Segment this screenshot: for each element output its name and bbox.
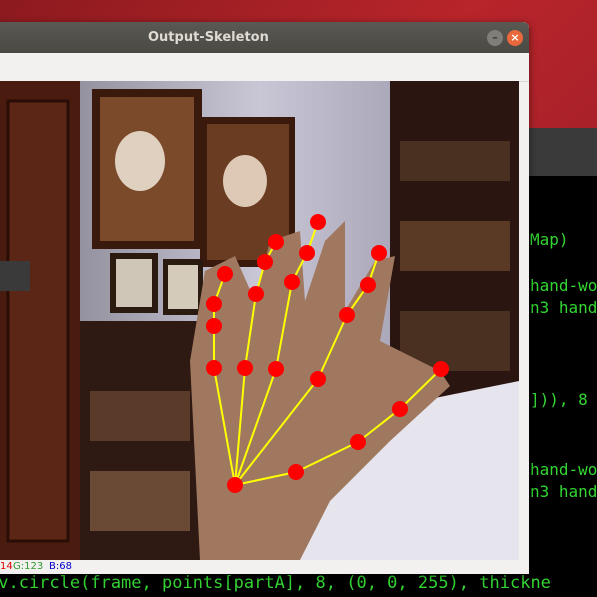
skeleton-keypoint	[206, 296, 222, 312]
skeleton-bone	[275, 281, 293, 370]
skeleton-keypoint	[288, 464, 304, 480]
window-toolbar	[0, 53, 529, 82]
status-bar: 14 G:123 B:68	[0, 560, 529, 574]
terminal-line: n3 hand	[530, 298, 597, 317]
window-titlebar[interactable]: Output-Skeleton – ×	[0, 22, 529, 53]
skeleton-bone	[317, 314, 348, 380]
terminal-line: hand-wo	[530, 460, 597, 479]
skeleton-keypoint	[339, 307, 355, 323]
desktop-background: Map) hand-wo n3 hand ])), 8 hand-wo n3 h…	[0, 0, 597, 597]
skeleton-bone	[295, 441, 359, 473]
terminal-line: hand-wo	[530, 276, 597, 295]
skeleton-keypoint	[371, 245, 387, 261]
skeleton-keypoint	[248, 286, 264, 302]
skeleton-keypoint	[206, 360, 222, 376]
skeleton-keypoint	[217, 266, 233, 282]
skeleton-bone	[213, 367, 236, 486]
skeleton-bone	[234, 378, 319, 486]
skeleton-keypoint	[299, 245, 315, 261]
skeleton-keypoint	[392, 401, 408, 417]
skeleton-bone	[234, 367, 246, 486]
close-button[interactable]: ×	[507, 30, 523, 46]
camera-frame-image[interactable]	[0, 81, 519, 560]
skeleton-keypoint	[237, 360, 253, 376]
terminal-bottom-line: cv.circle(frame, points[partA], 8, (0, 0…	[0, 573, 597, 597]
window-title: Output-Skeleton	[148, 30, 269, 45]
terminal-line: Map)	[530, 230, 569, 249]
terminal-line: n3 hand	[530, 482, 597, 501]
status-red-value: 14	[0, 561, 13, 572]
skeleton-bone	[357, 408, 401, 443]
terminal-line: ])), 8	[530, 390, 588, 409]
skeleton-bone	[234, 368, 277, 486]
output-skeleton-window[interactable]: Output-Skeleton – × 14 G:123 B:68	[0, 22, 529, 574]
skeleton-keypoint	[268, 234, 284, 250]
skeleton-keypoint	[433, 361, 449, 377]
status-green-value: G:123	[13, 561, 44, 572]
skeleton-keypoint	[227, 477, 243, 493]
hand-skeleton-overlay	[206, 214, 449, 493]
skeleton-keypoint	[268, 361, 284, 377]
skeleton-keypoint	[360, 277, 376, 293]
minimize-button[interactable]: –	[487, 30, 503, 46]
status-blue-value: B:68	[49, 561, 72, 572]
skeleton-keypoint	[310, 214, 326, 230]
skeleton-keypoint	[206, 318, 222, 334]
skeleton-keypoint	[310, 371, 326, 387]
skeleton-keypoint	[350, 434, 366, 450]
skeleton-bone	[399, 368, 442, 410]
skeleton-keypoint	[284, 274, 300, 290]
skeleton-bone	[244, 293, 257, 369]
code-text: cv.circle(frame, points[partA], 8, (0, 0…	[0, 573, 551, 593]
skeleton-keypoint	[257, 254, 273, 270]
